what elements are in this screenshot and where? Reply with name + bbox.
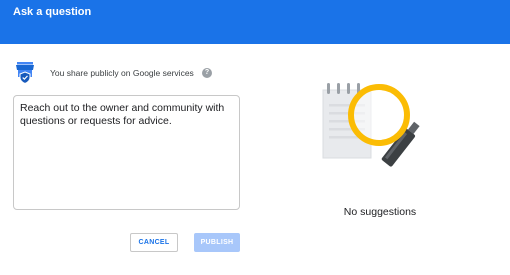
publish-button[interactable]: PUBLISH xyxy=(194,233,240,252)
store-shield-icon xyxy=(16,62,34,84)
question-input[interactable] xyxy=(13,95,240,210)
share-text: You share publicly on Google services xyxy=(50,68,194,78)
magnifier-notepad-illustration xyxy=(322,83,420,167)
cancel-button[interactable]: CANCEL xyxy=(130,233,178,252)
share-notice: You share publicly on Google services ? xyxy=(16,62,256,86)
no-suggestions-text: No suggestions xyxy=(343,206,417,218)
dialog-title: Ask a question xyxy=(13,6,92,18)
help-icon[interactable]: ? xyxy=(202,68,212,78)
dialog-header: Ask a question xyxy=(0,0,510,44)
